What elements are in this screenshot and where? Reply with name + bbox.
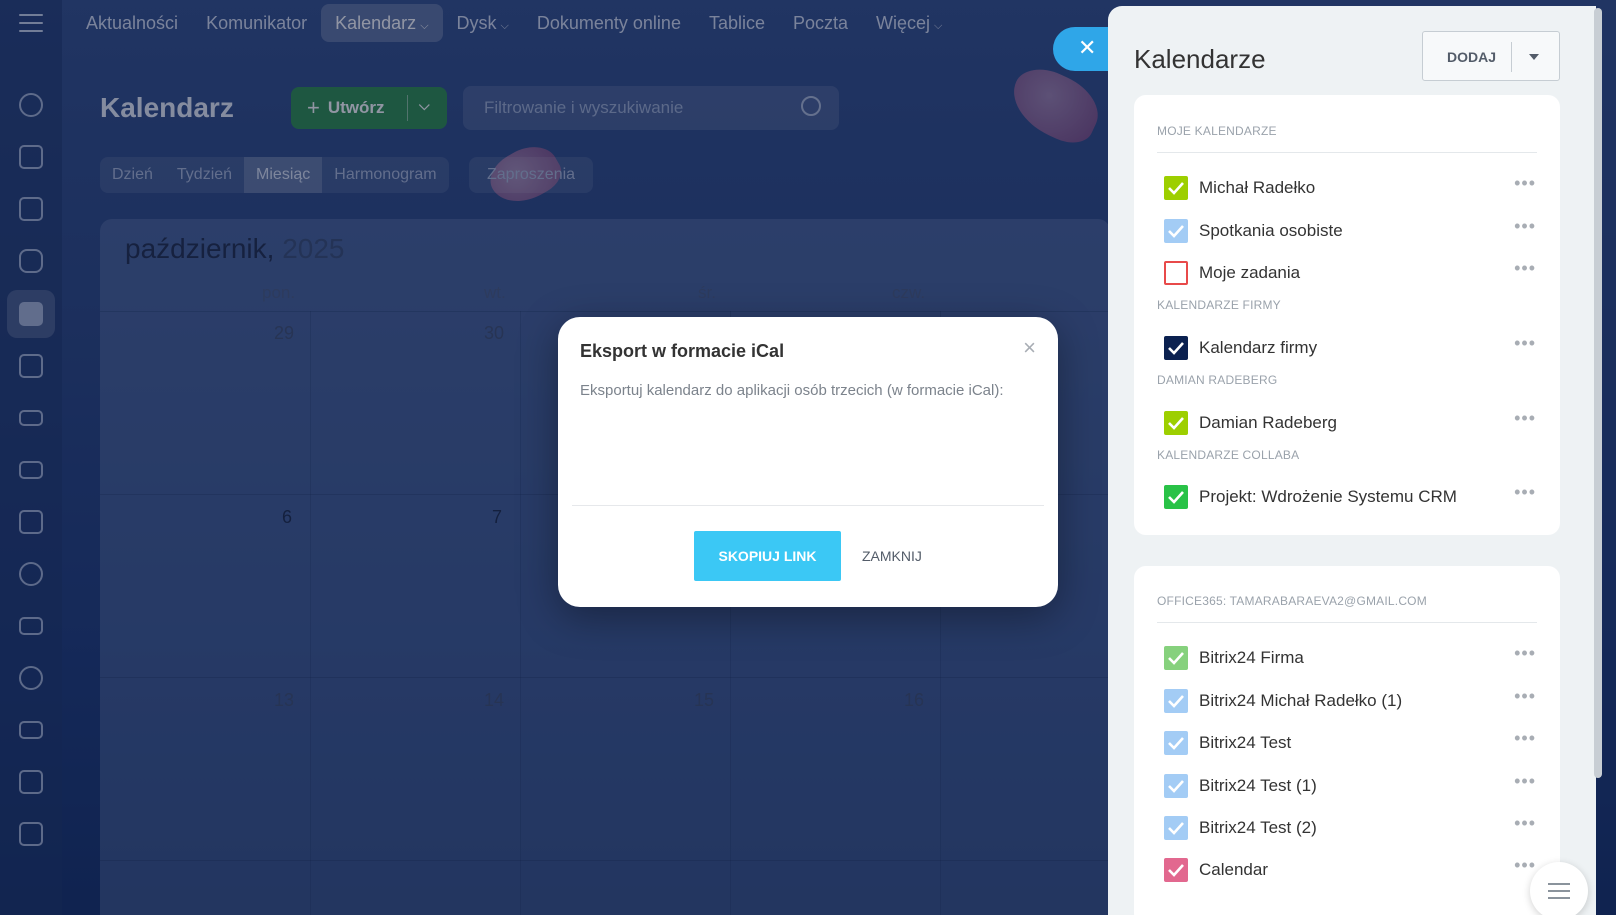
- dialog-description: Eksportuj kalendarz do aplikacji osób tr…: [580, 382, 1004, 399]
- more-options-icon[interactable]: •••: [1514, 216, 1536, 237]
- more-options-icon[interactable]: •••: [1514, 643, 1536, 664]
- section-label: MOJE KALENDARZE: [1157, 124, 1277, 138]
- checkbox-checked-icon[interactable]: [1164, 689, 1188, 713]
- dialog-title: Eksport w formacie iCal: [580, 341, 785, 361]
- calendar-name: Projekt: Wdrożenie Systemu CRM: [1199, 487, 1457, 506]
- calendar-list-item[interactable]: Bitrix24 Test (2) •••: [1164, 813, 1535, 841]
- checkbox-checked-icon[interactable]: [1164, 176, 1188, 200]
- copy-link-button[interactable]: SKOPIUJ LINK: [694, 531, 841, 581]
- external-calendars-card: OFFICE365: TAMARABARAEVA2@GMAIL.COM Bitri…: [1134, 566, 1560, 915]
- checkbox-checked-icon[interactable]: [1164, 731, 1188, 755]
- calendar-name: Bitrix24 Test (1): [1199, 776, 1317, 795]
- calendar-name: Bitrix24 Michał Radełko (1): [1199, 691, 1403, 710]
- add-button-separator: [1511, 42, 1512, 72]
- calendar-name: Spotkania osobiste: [1199, 221, 1343, 240]
- section-label: KALENDARZE FIRMY: [1157, 298, 1281, 312]
- checkbox-empty-icon[interactable]: [1164, 261, 1188, 285]
- section-divider: [1157, 622, 1537, 623]
- calendar-list-item[interactable]: Bitrix24 Test (1) •••: [1164, 771, 1535, 799]
- more-options-icon[interactable]: •••: [1514, 333, 1536, 354]
- checkbox-checked-icon[interactable]: [1164, 485, 1188, 509]
- checkbox-checked-icon[interactable]: [1164, 411, 1188, 435]
- calendar-name: Calendar: [1199, 860, 1268, 879]
- calendar-list-item[interactable]: Moje zadania •••: [1164, 258, 1535, 286]
- more-options-icon[interactable]: •••: [1514, 728, 1536, 749]
- calendar-list-item[interactable]: Spotkania osobiste •••: [1164, 216, 1535, 244]
- close-icon: ✕: [1078, 35, 1097, 60]
- calendar-list-item[interactable]: Kalendarz firmy •••: [1164, 333, 1535, 361]
- ical-export-dialog: Eksport w formacie iCal × Eksportuj kale…: [558, 317, 1058, 607]
- more-options-icon[interactable]: •••: [1514, 482, 1536, 503]
- checkbox-checked-icon[interactable]: [1164, 816, 1188, 840]
- calendars-panel: Kalendarze DODAJ MOJE KALENDARZE Michał R…: [1108, 6, 1596, 915]
- add-button-label: DODAJ: [1447, 49, 1497, 65]
- close-icon[interactable]: ×: [1023, 335, 1036, 361]
- calendar-list-item[interactable]: Calendar •••: [1164, 855, 1535, 883]
- checkbox-checked-icon[interactable]: [1164, 646, 1188, 670]
- checkbox-checked-icon[interactable]: [1164, 336, 1188, 360]
- section-label: OFFICE365: TAMARABARAEVA2@GMAIL.COM: [1157, 594, 1427, 608]
- my-calendars-card: MOJE KALENDARZE Michał Radełko ••• Spotkani…: [1134, 95, 1560, 535]
- checkbox-checked-icon[interactable]: [1164, 858, 1188, 882]
- calendar-list-item[interactable]: Bitrix24 Michał Radełko (1) •••: [1164, 686, 1535, 714]
- calendar-list-item[interactable]: Michał Radełko •••: [1164, 173, 1535, 201]
- add-calendar-button[interactable]: DODAJ: [1422, 31, 1560, 81]
- more-options-icon[interactable]: •••: [1514, 258, 1536, 279]
- menu-fab[interactable]: [1530, 862, 1588, 915]
- more-options-icon[interactable]: •••: [1514, 855, 1536, 876]
- dialog-divider: [572, 505, 1044, 506]
- section-divider: [1157, 152, 1537, 153]
- calendar-name: Kalendarz firmy: [1199, 338, 1318, 357]
- more-options-icon[interactable]: •••: [1514, 408, 1536, 429]
- more-options-icon[interactable]: •••: [1514, 771, 1536, 792]
- calendar-list-item[interactable]: Damian Radeberg •••: [1164, 408, 1535, 436]
- panel-title: Kalendarze: [1134, 44, 1266, 74]
- calendar-name: Moje zadania: [1199, 263, 1301, 282]
- more-options-icon[interactable]: •••: [1514, 686, 1536, 707]
- more-options-icon[interactable]: •••: [1514, 173, 1536, 194]
- calendar-name: Bitrix24 Firma: [1199, 648, 1304, 667]
- checkbox-checked-icon[interactable]: [1164, 774, 1188, 798]
- more-options-icon[interactable]: •••: [1514, 813, 1536, 834]
- calendar-name: Bitrix24 Test (2): [1199, 818, 1317, 837]
- checkbox-checked-icon[interactable]: [1164, 219, 1188, 243]
- section-label: DAMIAN RADEBERG: [1157, 373, 1278, 387]
- calendar-list-item[interactable]: Bitrix24 Firma •••: [1164, 643, 1535, 671]
- calendar-name: Michał Radełko: [1199, 178, 1316, 197]
- caret-down-icon[interactable]: [1529, 54, 1539, 60]
- close-dialog-button[interactable]: ZAMKNIJ: [854, 531, 930, 581]
- panel-scrollbar[interactable]: [1594, 8, 1602, 778]
- calendar-name: Bitrix24 Test: [1199, 733, 1292, 752]
- calendar-list-item[interactable]: Bitrix24 Test •••: [1164, 728, 1535, 756]
- section-label: KALENDARZE COLLABA: [1157, 448, 1300, 462]
- calendar-list-item[interactable]: Projekt: Wdrożenie Systemu CRM •••: [1164, 482, 1535, 510]
- calendar-name: Damian Radeberg: [1199, 413, 1337, 432]
